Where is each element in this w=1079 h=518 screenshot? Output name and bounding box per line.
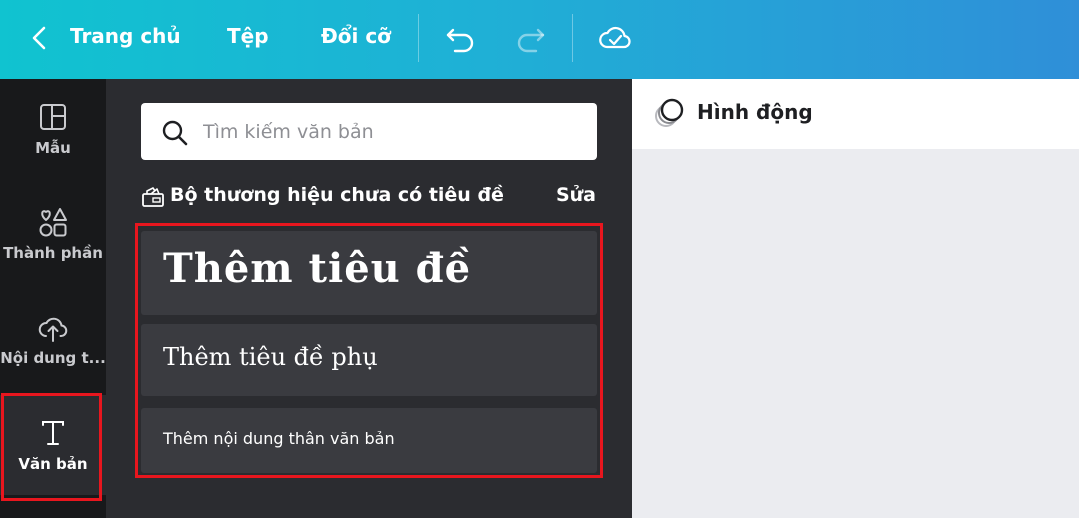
layout-icon [40,104,66,130]
brand-kit-icon [142,187,164,207]
rail-item-uploads[interactable]: Nội dung t... [0,289,106,389]
animate-icon[interactable] [652,96,686,130]
animate-button[interactable]: Hình động [697,100,813,124]
toolbar-divider [572,14,573,62]
highlight-box [1,393,102,501]
search-icon [162,120,188,146]
search-box [141,103,597,160]
edit-brand-button[interactable]: Sửa [556,184,596,206]
chevron-left-icon[interactable] [28,24,52,52]
file-menu-button[interactable]: Tệp [227,24,269,48]
redo-icon[interactable] [512,20,548,56]
home-button[interactable]: Trang chủ [70,24,181,48]
undo-icon[interactable] [443,20,479,56]
resize-button[interactable]: Đổi cỡ [321,24,391,48]
search-input[interactable] [203,113,583,150]
design-canvas[interactable] [632,149,1079,518]
upload-cloud-icon [38,317,68,342]
rail-item-label: Thành phần [3,244,103,262]
brand-kit-label: Bộ thương hiệu chưa có tiêu đề [170,184,504,206]
rail-item-elements[interactable]: Thành phần [0,184,106,284]
text-panel: Bộ thương hiệu chưa có tiêu đề Sửa Thêm … [106,79,632,518]
cloud-check-icon[interactable] [597,20,633,56]
highlight-box [135,223,603,478]
rail-item-label: Nội dung t... [0,349,106,367]
toolbar-divider [418,14,419,62]
rail-item-label: Mẫu [35,139,71,157]
top-bar: Trang chủ Tệp Đổi cỡ [0,0,1079,79]
context-toolbar: Hình động [632,79,1079,149]
shapes-icon [39,208,67,237]
rail-item-templates[interactable]: Mẫu [0,79,106,179]
